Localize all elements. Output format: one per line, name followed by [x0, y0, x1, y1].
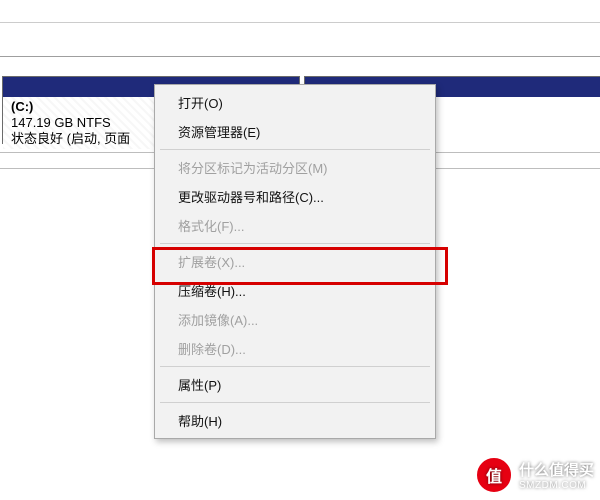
menu-add-mirror: 添加镜像(A)... [158, 305, 432, 334]
menu-separator [160, 149, 430, 150]
menu-extend-volume: 扩展卷(X)... [158, 247, 432, 276]
menu-shrink-volume[interactable]: 压缩卷(H)... [158, 276, 432, 305]
menu-properties[interactable]: 属性(P) [158, 370, 432, 399]
menu-help[interactable]: 帮助(H) [158, 406, 432, 435]
menu-change-drive-letter[interactable]: 更改驱动器号和路径(C)... [158, 182, 432, 211]
menu-open[interactable]: 打开(O) [158, 88, 432, 117]
watermark: 值 什么值得买 SMZDM.COM [475, 456, 594, 494]
watermark-title: 什么值得买 [519, 462, 594, 479]
context-menu: 打开(O) 资源管理器(E) 将分区标记为活动分区(M) 更改驱动器号和路径(C… [154, 84, 436, 439]
watermark-url: SMZDM.COM [519, 480, 594, 491]
menu-format: 格式化(F)... [158, 211, 432, 240]
menu-mark-active: 将分区标记为活动分区(M) [158, 153, 432, 182]
menu-explorer[interactable]: 资源管理器(E) [158, 117, 432, 146]
menu-separator [160, 366, 430, 367]
menu-separator [160, 402, 430, 403]
menu-delete-volume: 删除卷(D)... [158, 334, 432, 363]
upper-pane [0, 0, 600, 57]
separator [0, 0, 600, 23]
menu-separator [160, 243, 430, 244]
watermark-logo-icon: 值 [475, 456, 513, 494]
watermark-text: 什么值得买 SMZDM.COM [519, 459, 594, 491]
